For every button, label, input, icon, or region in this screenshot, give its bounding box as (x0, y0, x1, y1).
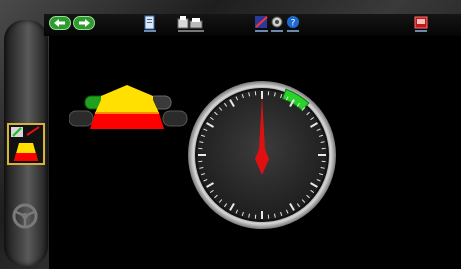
vehicle-icon (11, 126, 40, 161)
vehicle-hood (101, 85, 153, 100)
rear-left-wheel (69, 110, 94, 127)
print-button[interactable] (176, 15, 206, 33)
exit-button[interactable] (414, 15, 428, 33)
vehicle-graphic (69, 85, 188, 129)
rear-right-wheel (162, 110, 188, 127)
toolbar: ? (44, 14, 461, 36)
printer-icon (177, 18, 189, 29)
vehicle-body (95, 100, 159, 113)
sidebar-item-wheel[interactable] (11, 202, 39, 230)
help-button[interactable]: ? (286, 15, 300, 33)
vehicle-rear (90, 113, 164, 129)
back-button[interactable] (49, 16, 71, 30)
alignment-gauge (188, 81, 336, 229)
sidebar-item-vehicle[interactable] (7, 123, 45, 165)
document-button[interactable] (143, 15, 157, 33)
svg-text:?: ? (291, 19, 296, 29)
steering-wheel-icon (12, 203, 38, 229)
settings-button[interactable] (270, 15, 284, 33)
tools-button[interactable] (254, 15, 270, 33)
forward-button[interactable] (73, 16, 95, 30)
